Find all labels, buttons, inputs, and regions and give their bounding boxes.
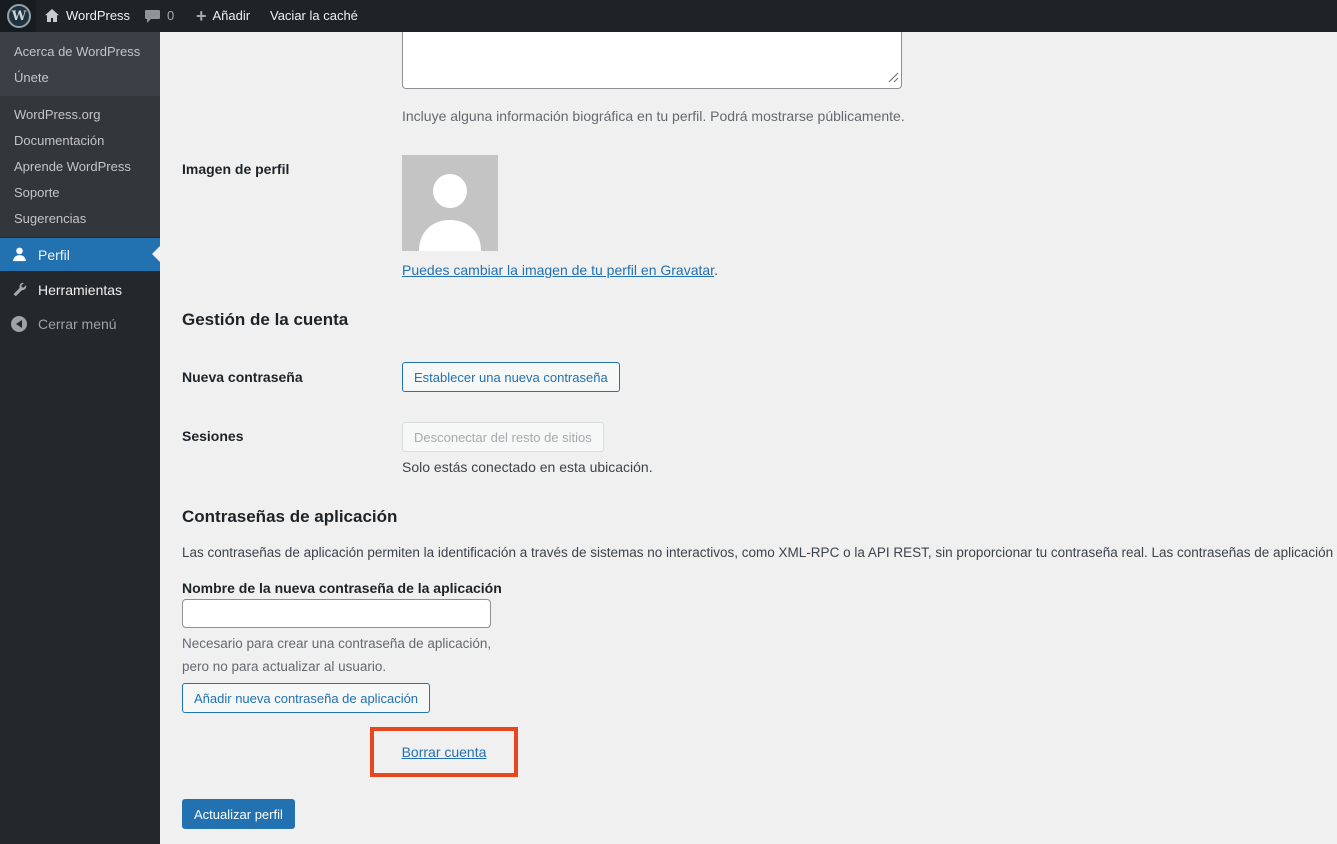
sessions-label: Sesiones (182, 428, 244, 444)
sidebar-item-tools[interactable]: Herramientas (0, 273, 160, 306)
collapse-label: Cerrar menú (38, 315, 117, 332)
wp-logo-submenu-primary: Acerca de WordPress Únete (0, 32, 160, 96)
bio-help-text: Incluye alguna información biográfica en… (402, 108, 905, 124)
new-app-password-input[interactable] (182, 599, 491, 628)
submenu-item-join[interactable]: Únete (0, 65, 160, 91)
submenu-item-documentation[interactable]: Documentación (0, 128, 160, 154)
submenu-item-feedback[interactable]: Sugerencias (0, 206, 160, 232)
logout-everywhere-button[interactable]: Desconectar del resto de sitios (402, 422, 604, 452)
avatar (402, 155, 498, 251)
textarea-resize-grip[interactable] (888, 70, 899, 86)
add-app-password-button[interactable]: Añadir nueva contraseña de aplicación (182, 683, 431, 713)
sidebar-item-label: Herramientas (38, 281, 123, 298)
sessions-help-text: Solo estás conectado en esta ubicación. (402, 459, 653, 475)
gravatar-period: . (714, 262, 718, 278)
account-management-heading: Gestión de la cuenta (182, 310, 349, 329)
submenu-item-learn[interactable]: Aprende WordPress (0, 154, 160, 180)
gravatar-link[interactable]: Puedes cambiar la imagen de tu perfil en… (402, 262, 714, 278)
admin-bar-comments[interactable]: 0 (144, 0, 174, 32)
update-profile-button[interactable]: Actualizar perfil (182, 799, 295, 829)
admin-bar-clear-cache[interactable]: Vaciar la caché (270, 0, 358, 32)
submenu-item-wporg[interactable]: WordPress.org (0, 102, 160, 128)
profile-image-label: Imagen de perfil (182, 161, 290, 177)
wp-logo-submenu-secondary: WordPress.org Documentación Aprende Word… (0, 96, 160, 237)
current-item-arrow (144, 246, 160, 262)
admin-sidebar: Acerca de WordPress Únete WordPress.org … (0, 32, 160, 844)
new-app-password-name-label: Nombre de la nueva contraseña de la apli… (182, 580, 502, 596)
app-password-help-text: Necesario para crear una contraseña de a… (182, 636, 492, 674)
application-passwords-description: Las contraseñas de aplicación permiten l… (182, 545, 1337, 560)
comments-count: 0 (167, 8, 175, 23)
wp-logo-menu[interactable]: W (0, 0, 36, 32)
bio-textarea[interactable] (402, 32, 902, 89)
plus-icon: + (196, 6, 207, 26)
sidebar-item-label: Perfil (38, 246, 70, 263)
comment-bubble-icon (144, 9, 161, 24)
site-name-label: WordPress (66, 8, 131, 23)
new-label: Añadir (212, 8, 251, 23)
home-icon (44, 8, 60, 24)
admin-bar-site-name[interactable]: WordPress (44, 0, 130, 32)
admin-bar-new[interactable]: + Añadir (196, 0, 250, 32)
new-password-label: Nueva contraseña (182, 369, 303, 385)
wrench-icon (10, 281, 28, 299)
sidebar-item-profile[interactable]: Perfil (0, 238, 160, 271)
set-new-password-button[interactable]: Establecer una nueva contraseña (402, 362, 620, 392)
wordpress-admin-profile-page: { "admin_bar": { "logo_letter": "W", "si… (0, 0, 1337, 844)
application-passwords-heading: Contraseñas de aplicación (182, 507, 398, 526)
sidebar-collapse-button[interactable]: Cerrar menú (0, 307, 160, 340)
submenu-item-about[interactable]: Acerca de WordPress (0, 39, 160, 65)
submenu-item-support[interactable]: Soporte (0, 180, 160, 206)
annotation-highlight-box: Borrar cuenta (370, 727, 518, 777)
wordpress-logo-icon[interactable]: W (7, 4, 31, 28)
user-icon (10, 246, 28, 264)
delete-account-link[interactable]: Borrar cuenta (402, 744, 487, 760)
admin-bar: W WordPress 0 + Añadir Vaciar la caché (0, 0, 1337, 32)
gravatar-paragraph: Puedes cambiar la imagen de tu perfil en… (402, 262, 718, 278)
collapse-arrow-icon (10, 315, 28, 333)
clear-cache-label: Vaciar la caché (270, 8, 358, 23)
